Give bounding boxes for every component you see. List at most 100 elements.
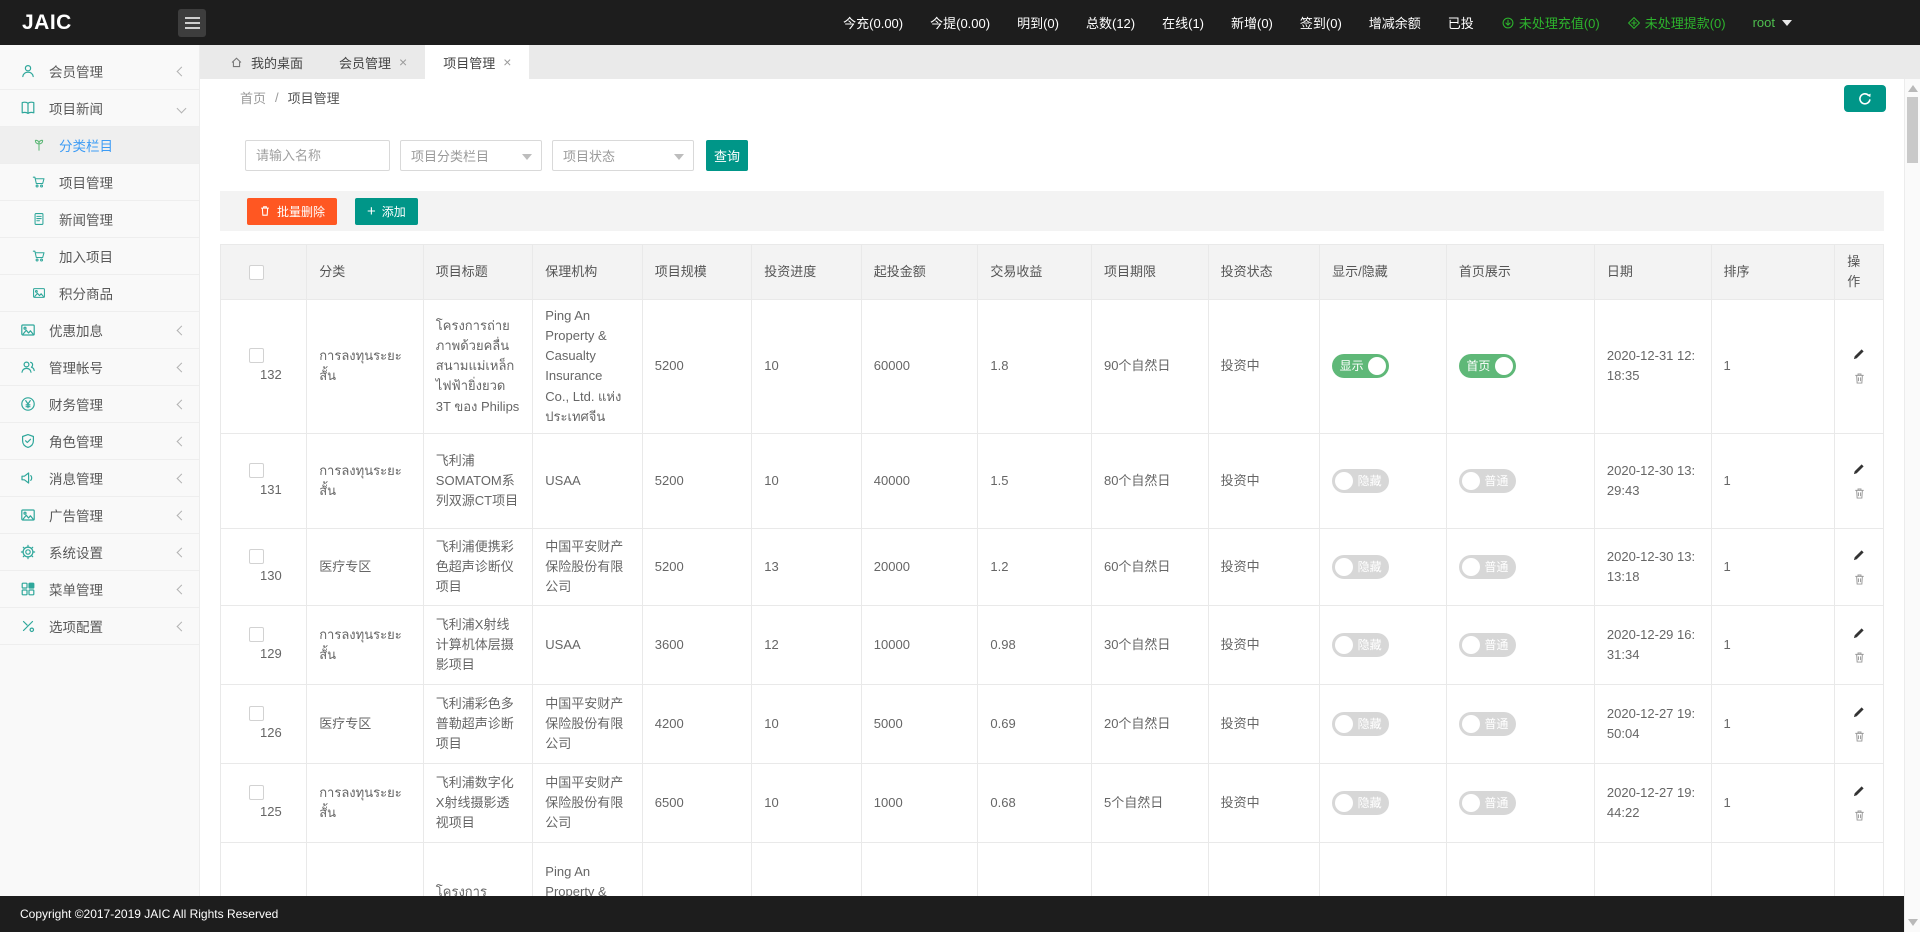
search-button[interactable]: 查询: [706, 140, 748, 171]
homepage-toggle[interactable]: 普通: [1459, 712, 1516, 736]
row-profit: 0.68: [978, 763, 1092, 842]
delete-icon[interactable]: [1853, 487, 1866, 500]
projects-table-wrap: 分类项目标题保理机构项目规模投资进度起投金额交易收益项目期限投资状态显示/隐藏首…: [220, 244, 1884, 896]
hamburger-menu-button[interactable]: [178, 9, 206, 37]
delete-icon[interactable]: [1853, 573, 1866, 586]
scrollbar-thumb[interactable]: [1907, 97, 1918, 163]
delete-icon[interactable]: [1853, 730, 1866, 743]
select-all-checkbox[interactable]: [249, 265, 264, 280]
edit-icon[interactable]: [1852, 462, 1866, 476]
chevron-left-icon: [177, 547, 187, 557]
row-status: 投资中: [1208, 528, 1320, 605]
sidebar-item-广告管理[interactable]: 广告管理: [0, 497, 199, 534]
delete-icon[interactable]: [1853, 372, 1866, 385]
edit-icon[interactable]: [1852, 705, 1866, 719]
row-title: 飞利浦数字化X射线摄影透视项目: [423, 763, 533, 842]
action-band: 批量删除 + 添加: [220, 191, 1884, 231]
refresh-button[interactable]: [1844, 85, 1886, 112]
homepage-toggle[interactable]: 普通: [1459, 555, 1516, 579]
row-checkbox[interactable]: [249, 463, 264, 478]
sidebar-item-分类栏目[interactable]: 分类栏目: [0, 127, 199, 164]
topbar-alert[interactable]: 未处理充值(0): [1501, 13, 1600, 32]
column-header: 项目标题: [423, 245, 533, 300]
sidebar-item-消息管理[interactable]: 消息管理: [0, 460, 199, 497]
sidebar-item-项目新闻[interactable]: 项目新闻: [0, 90, 199, 127]
edit-icon[interactable]: [1852, 784, 1866, 798]
close-icon[interactable]: ×: [399, 55, 407, 69]
tab-项目管理[interactable]: 项目管理×: [425, 45, 529, 79]
close-icon[interactable]: ×: [503, 55, 511, 69]
row-checkbox[interactable]: [249, 627, 264, 642]
row-sort: 1: [1711, 842, 1835, 896]
row-profit: 0.98: [978, 605, 1092, 684]
row-org: USAA: [533, 605, 643, 684]
topbar-alert-label: 未处理充值(0): [1519, 13, 1600, 32]
name-search-input[interactable]: [245, 140, 390, 171]
sidebar-item-项目管理[interactable]: 项目管理: [0, 164, 199, 201]
sidebar-item-菜单管理[interactable]: 菜单管理: [0, 571, 199, 608]
breadcrumb-home-link[interactable]: 首页: [240, 88, 266, 107]
sidebar-item-选项配置[interactable]: 选项配置: [0, 608, 199, 645]
batch-delete-button[interactable]: 批量删除: [247, 198, 337, 225]
table-header-row: 分类项目标题保理机构项目规模投资进度起投金额交易收益项目期限投资状态显示/隐藏首…: [221, 245, 1884, 300]
edit-icon[interactable]: [1852, 347, 1866, 361]
row-progress: 10: [752, 684, 862, 763]
row-checkbox[interactable]: [249, 549, 264, 564]
tab-我的桌面[interactable]: 我的桌面: [212, 45, 321, 79]
visibility-toggle[interactable]: 隐藏: [1332, 555, 1389, 579]
sidebar-item-财务管理[interactable]: 财务管理: [0, 386, 199, 423]
topbar-alert-label: 未处理提款(0): [1645, 13, 1726, 32]
row-checkbox[interactable]: [249, 785, 264, 800]
row-checkbox[interactable]: [249, 706, 264, 721]
sidebar-item-加入项目[interactable]: 加入项目: [0, 238, 199, 275]
table-row: 124การลงทุนระยะสั้นโครงการเครื่องเอ็กซ์เ…: [221, 842, 1884, 896]
topbar-alert[interactable]: 未处理提款(0): [1627, 13, 1726, 32]
sidebar-item-优惠加息[interactable]: 优惠加息: [0, 312, 199, 349]
tree-icon: [32, 138, 46, 152]
chevron-left-icon: [177, 66, 187, 76]
edit-icon[interactable]: [1852, 548, 1866, 562]
vertical-scrollbar[interactable]: [1904, 79, 1920, 932]
scroll-up-arrow-icon[interactable]: [1908, 85, 1918, 92]
edit-icon[interactable]: [1852, 626, 1866, 640]
row-status: 投资中: [1208, 433, 1320, 528]
category-select[interactable]: 项目分类栏目: [400, 140, 542, 171]
sidebar-item-管理帐号[interactable]: 管理帐号: [0, 349, 199, 386]
row-title: 飞利浦彩色多普勒超声诊断项目: [423, 684, 533, 763]
homepage-toggle[interactable]: 普通: [1459, 469, 1516, 493]
sidebar-item-系统设置[interactable]: 系统设置: [0, 534, 199, 571]
row-actions: [1835, 300, 1884, 434]
user-menu[interactable]: root: [1753, 15, 1792, 30]
visibility-toggle[interactable]: 隐藏: [1332, 791, 1389, 815]
visibility-toggle[interactable]: 隐藏: [1332, 712, 1389, 736]
sidebar-item-label: 消息管理: [49, 468, 103, 488]
status-select[interactable]: 项目状态: [552, 140, 694, 171]
row-actions: [1835, 842, 1884, 896]
tab-会员管理[interactable]: 会员管理×: [321, 45, 425, 79]
homepage-toggle[interactable]: 首页: [1459, 354, 1516, 378]
sidebar-item-积分商品[interactable]: 积分商品: [0, 275, 199, 312]
row-org: USAA: [533, 433, 643, 528]
sidebar-item-会员管理[interactable]: 会员管理: [0, 53, 199, 90]
sidebar-item-label: 财务管理: [49, 394, 103, 414]
visibility-toggle[interactable]: 隐藏: [1332, 469, 1389, 493]
row-checkbox[interactable]: [249, 348, 264, 363]
trash-icon: [259, 205, 271, 217]
delete-icon[interactable]: [1853, 651, 1866, 664]
image-icon: [20, 507, 36, 523]
row-org: Ping An Property & Casualty Insurance Co…: [533, 300, 643, 434]
chevron-left-icon: [177, 362, 187, 372]
homepage-toggle[interactable]: 普通: [1459, 791, 1516, 815]
visibility-toggle[interactable]: 隐藏: [1332, 633, 1389, 657]
chevron-down-icon: [1782, 20, 1792, 26]
sidebar-item-新闻管理[interactable]: 新闻管理: [0, 201, 199, 238]
row-scale: 5200: [642, 528, 752, 605]
homepage-toggle[interactable]: 普通: [1459, 633, 1516, 657]
delete-icon[interactable]: [1853, 809, 1866, 822]
scroll-down-arrow-icon[interactable]: [1908, 919, 1918, 926]
sidebar-item-角色管理[interactable]: 角色管理: [0, 423, 199, 460]
column-header: [221, 245, 307, 300]
row-progress: 10: [752, 763, 862, 842]
add-button[interactable]: + 添加: [355, 198, 418, 225]
visibility-toggle[interactable]: 显示: [1332, 354, 1389, 378]
